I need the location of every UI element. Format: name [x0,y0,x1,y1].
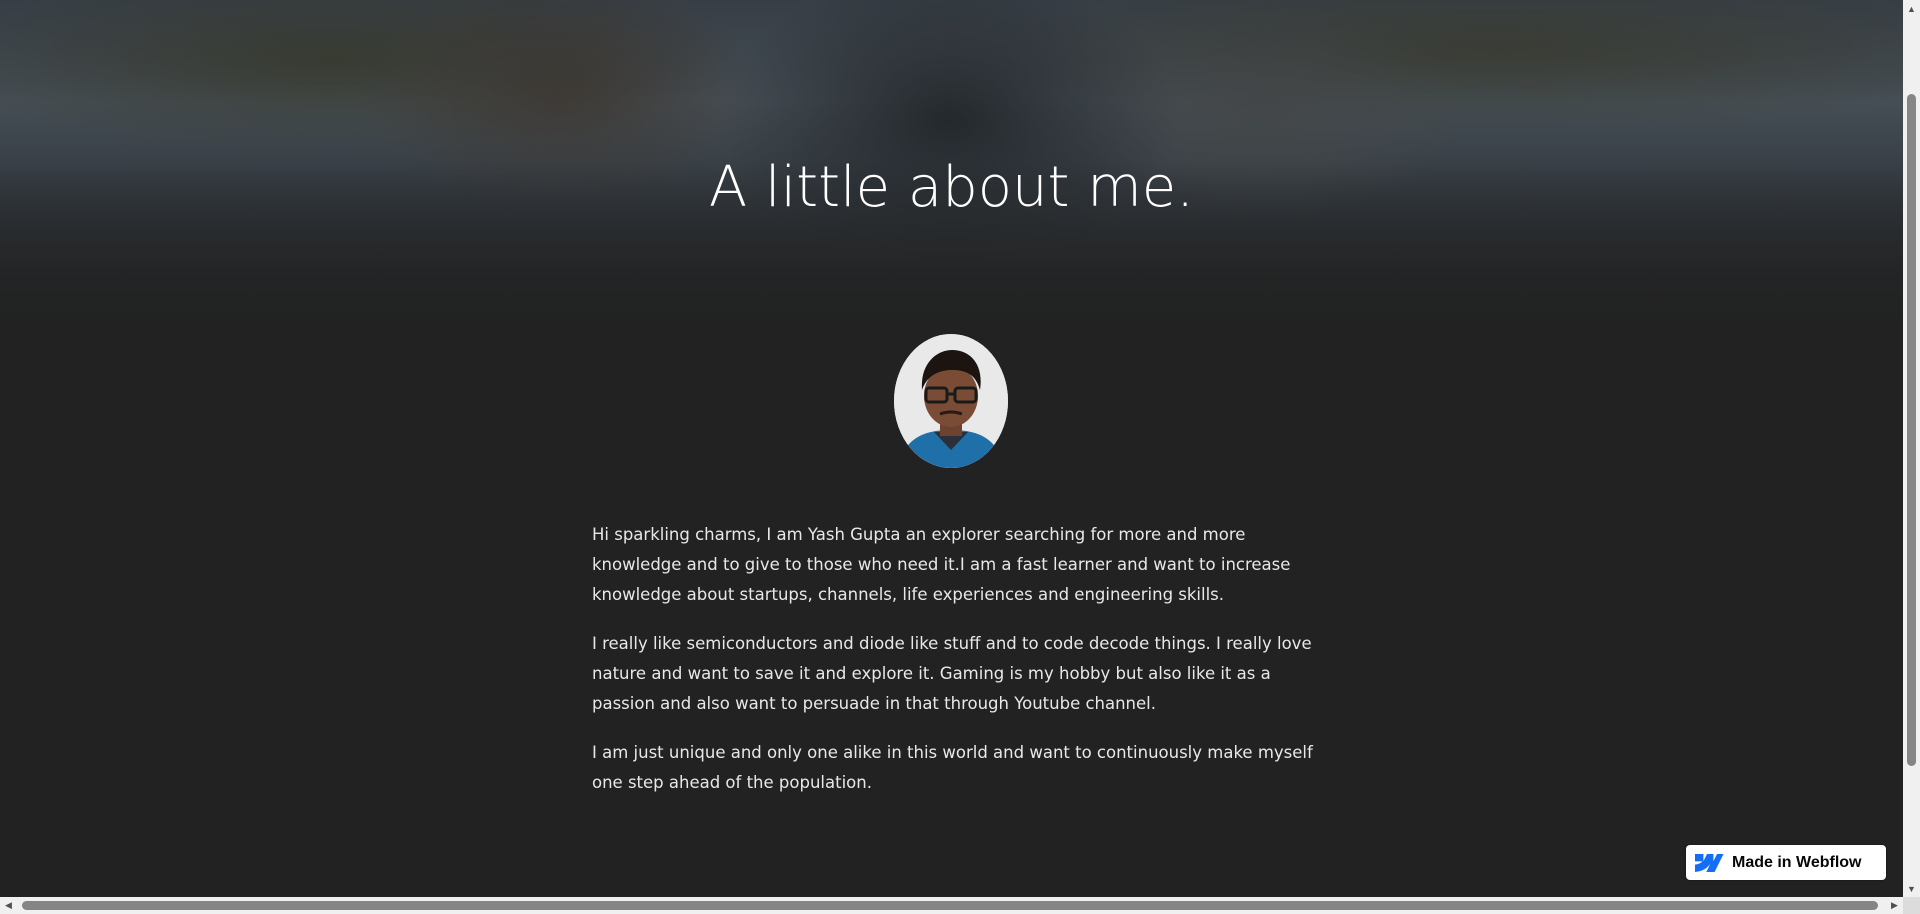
vertical-scrollbar-thumb[interactable] [1907,94,1916,766]
page-title: A little about me. [708,155,1195,220]
badge-label: Made in Webflow [1732,853,1862,871]
webflow-logo-icon [1694,853,1724,873]
avatar [894,334,1008,468]
scroll-down-arrow-icon[interactable]: ▼ [1903,880,1920,897]
page-viewport: A little about me. Hi sparkling charms, … [0,0,1903,897]
scroll-right-arrow-icon[interactable]: ▶ [1886,897,1903,914]
bio-paragraph: I am just unique and only one alike in t… [592,743,1313,792]
scrollbar-corner [1903,897,1920,914]
bio-text: Hi sparkling charms, I am Yash Gupta an … [592,520,1314,817]
scroll-up-arrow-icon[interactable]: ▲ [1903,0,1920,17]
portrait-avatar-icon [894,334,1008,468]
bio-paragraph: I really like semiconductors and diode l… [592,634,1312,713]
horizontal-scrollbar[interactable]: ◀ ▶ [0,897,1903,914]
horizontal-scrollbar-thumb[interactable] [22,901,1878,910]
bio-paragraph: Hi sparkling charms, I am Yash Gupta an … [592,525,1291,604]
vertical-scrollbar[interactable]: ▲ ▼ [1903,0,1920,897]
scroll-left-arrow-icon[interactable]: ◀ [0,897,17,914]
made-in-webflow-badge[interactable]: Made in Webflow [1686,845,1886,880]
